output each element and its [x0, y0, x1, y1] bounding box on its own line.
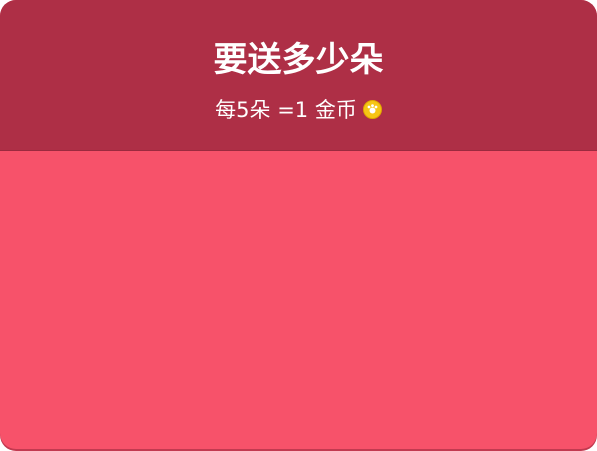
exchange-rate: 每5朵 =1 金币 [0, 94, 597, 125]
coin-icon [362, 99, 382, 119]
dialog-body [0, 151, 597, 449]
gift-quantity-dialog: 要送多少朵 每5朵 =1 金币 [0, 0, 597, 449]
rate-equals: =1 金币 [277, 98, 357, 122]
dialog-header: 要送多少朵 每5朵 =1 金币 [0, 0, 597, 151]
rate-prefix: 每5朵 [215, 98, 278, 122]
dialog-title: 要送多少朵 [213, 40, 384, 80]
